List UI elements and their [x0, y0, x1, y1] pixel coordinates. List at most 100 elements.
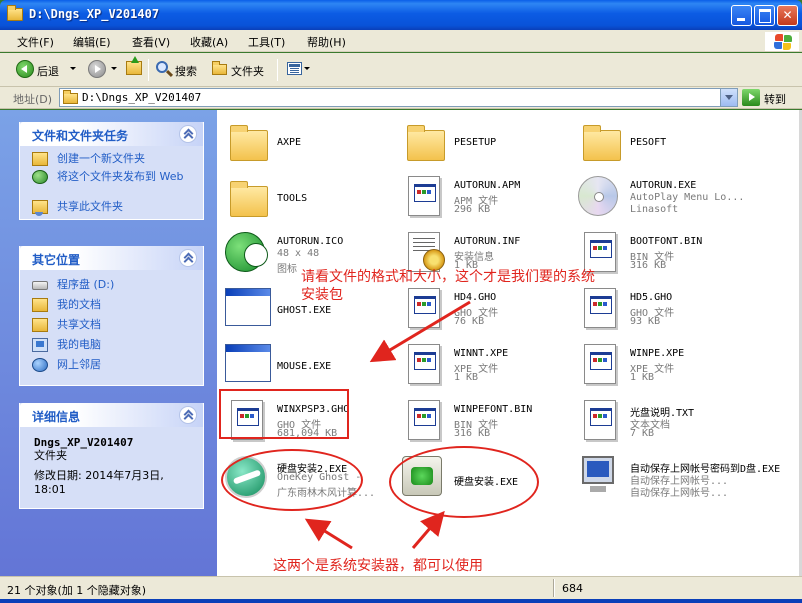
views-dropdown-icon[interactable]	[304, 67, 310, 70]
toolbar-separator	[277, 59, 278, 81]
maximize-button[interactable]	[754, 5, 775, 26]
collapse-chevron-icon[interactable]	[179, 406, 197, 424]
back-button-label[interactable]: 后退	[37, 63, 59, 79]
highlight-box	[219, 389, 349, 439]
web-publish-icon	[32, 170, 48, 184]
folder-icon	[63, 90, 78, 104]
window-border	[0, 599, 802, 603]
place-my-documents[interactable]: 我的文档	[30, 298, 203, 318]
detail-type: 文件夹	[34, 449, 67, 462]
address-label: 地址(D)	[13, 93, 53, 106]
file-item[interactable]: AXPE	[221, 117, 396, 167]
back-dropdown-icon[interactable]	[70, 67, 76, 70]
green-disc-icon	[225, 232, 268, 272]
place-shared-documents[interactable]: 共享文档	[30, 318, 203, 338]
panel-header[interactable]: 详细信息	[20, 403, 203, 427]
documents-folder-icon	[32, 298, 48, 312]
detail-name: Dngs_XP_V201407	[34, 436, 134, 449]
detail-modified: 修改日期: 2014年7月3日,	[34, 469, 164, 482]
address-dropdown-icon[interactable]	[720, 89, 737, 106]
panel-header[interactable]: 文件和文件夹任务	[20, 122, 203, 146]
task-new-folder[interactable]: 创建一个新文件夹	[30, 152, 203, 170]
title-bar: D:\Dngs_XP_V201407 ✕	[0, 0, 802, 30]
back-arrow-icon[interactable]	[16, 60, 34, 78]
status-bar: 21 个对象(加 1 个隐藏对象) 684	[0, 576, 802, 599]
file-icon	[584, 400, 616, 440]
menu-help[interactable]: 帮助(H)	[307, 34, 346, 50]
collapse-chevron-icon[interactable]	[179, 125, 197, 143]
search-icon[interactable]	[156, 61, 168, 73]
new-folder-icon	[32, 152, 48, 166]
up-folder-icon[interactable]	[126, 56, 142, 75]
file-item[interactable]: AUTORUN.APM APM 文件 296 KB	[398, 173, 573, 223]
highlight-ellipse	[221, 449, 363, 511]
forward-dropdown-icon[interactable]	[111, 67, 117, 70]
folders-button-label[interactable]: 文件夹	[231, 63, 264, 79]
close-button[interactable]: ✕	[777, 5, 798, 26]
minimize-button[interactable]	[731, 5, 752, 26]
folders-icon[interactable]	[212, 61, 227, 75]
pc-icon	[582, 456, 614, 492]
file-item[interactable]: TOOLS	[221, 173, 396, 223]
search-button-label[interactable]: 搜索	[175, 63, 197, 79]
file-icon	[408, 400, 440, 440]
annotation-bottom-note: 这两个是系统安装器，都可以使用	[273, 558, 483, 574]
menu-bar: 文件(F) 编辑(E) 查看(V) 收藏(A) 工具(T) 帮助(H)	[0, 30, 802, 52]
file-icon	[584, 344, 616, 384]
panel-title: 其它位置	[32, 253, 81, 267]
file-icon	[408, 176, 440, 216]
panel-title: 详细信息	[32, 410, 81, 424]
address-bar: 地址(D) D:\Dngs_XP_V201407 转到	[0, 87, 802, 109]
file-item[interactable]: WINNT.XPE XPE 文件 1 KB	[398, 341, 573, 391]
status-size: 684	[562, 582, 583, 595]
menu-favorites[interactable]: 收藏(A)	[190, 34, 228, 50]
address-input[interactable]: D:\Dngs_XP_V201407	[59, 88, 738, 107]
place-drive-d[interactable]: 程序盘 (D:)	[30, 278, 203, 298]
task-publish-web[interactable]: 将这个文件夹发布到 Web	[30, 170, 203, 200]
inf-icon	[408, 232, 445, 272]
go-arrow-icon[interactable]	[742, 89, 760, 106]
place-my-computer[interactable]: 我的电脑	[30, 338, 203, 358]
panel-header[interactable]: 其它位置	[20, 246, 203, 270]
file-icon	[584, 232, 616, 272]
detail-modified-time: 18:01	[34, 483, 66, 496]
file-item[interactable]: PESETUP	[398, 117, 573, 167]
menu-file[interactable]: 文件(F)	[17, 34, 54, 50]
file-item[interactable]: PESOFT	[574, 117, 749, 167]
status-object-count: 21 个对象(加 1 个隐藏对象)	[7, 584, 147, 597]
collapse-chevron-icon[interactable]	[179, 249, 197, 267]
file-item[interactable]: AUTORUN.EXE AutoPlay Menu Lo... Linasoft	[574, 173, 749, 223]
file-item[interactable]: MOUSE.EXE	[221, 341, 396, 391]
task-share-folder[interactable]: 共享此文件夹	[30, 200, 203, 218]
computer-icon	[32, 338, 48, 352]
views-icon[interactable]	[287, 62, 302, 75]
shared-folder-icon	[32, 318, 48, 332]
toolbar-separator	[148, 59, 149, 81]
annotation-top-note: 请看文件的格式和大小，这个才是我们要的系统安装包	[301, 269, 595, 303]
menu-edit[interactable]: 编辑(E)	[73, 34, 111, 50]
network-icon	[32, 358, 48, 372]
menu-tools[interactable]: 工具(T)	[248, 34, 285, 50]
address-value[interactable]: D:\Dngs_XP_V201407	[82, 91, 201, 104]
app-window-icon	[225, 344, 271, 382]
app-window-icon	[225, 288, 271, 326]
details-panel: 详细信息 Dngs_XP_V201407 文件夹 修改日期: 2014年7月3日…	[19, 403, 204, 509]
cd-icon	[578, 176, 618, 216]
file-icon	[408, 344, 440, 384]
share-folder-icon	[32, 200, 48, 216]
file-tasks-panel: 文件和文件夹任务 创建一个新文件夹 将这个文件夹发布到 Web 共享此文件夹	[19, 122, 204, 220]
file-item[interactable]: 光盘说明.TXT 文本文档 7 KB	[574, 397, 749, 447]
go-button-label[interactable]: 转到	[764, 91, 786, 107]
panel-title: 文件和文件夹任务	[32, 129, 129, 143]
file-item[interactable]: 自动保存上网帐号密码到D盘.EXE 自动保存上网帐号... 自动保存上网帐号..…	[574, 453, 780, 503]
folder-icon	[230, 181, 268, 217]
folder-icon	[7, 5, 23, 21]
file-item[interactable]: WINPE.XPE XPE 文件 1 KB	[574, 341, 749, 391]
task-pane: 文件和文件夹任务 创建一个新文件夹 将这个文件夹发布到 Web 共享此文件夹 其…	[0, 110, 217, 576]
forward-arrow-icon[interactable]	[88, 60, 106, 78]
place-network[interactable]: 网上邻居	[30, 358, 203, 378]
folder-icon	[407, 125, 445, 161]
drive-icon	[32, 281, 48, 290]
file-item[interactable]: WINPEFONT.BIN BIN 文件 316 KB	[398, 397, 573, 447]
menu-view[interactable]: 查看(V)	[132, 34, 170, 50]
